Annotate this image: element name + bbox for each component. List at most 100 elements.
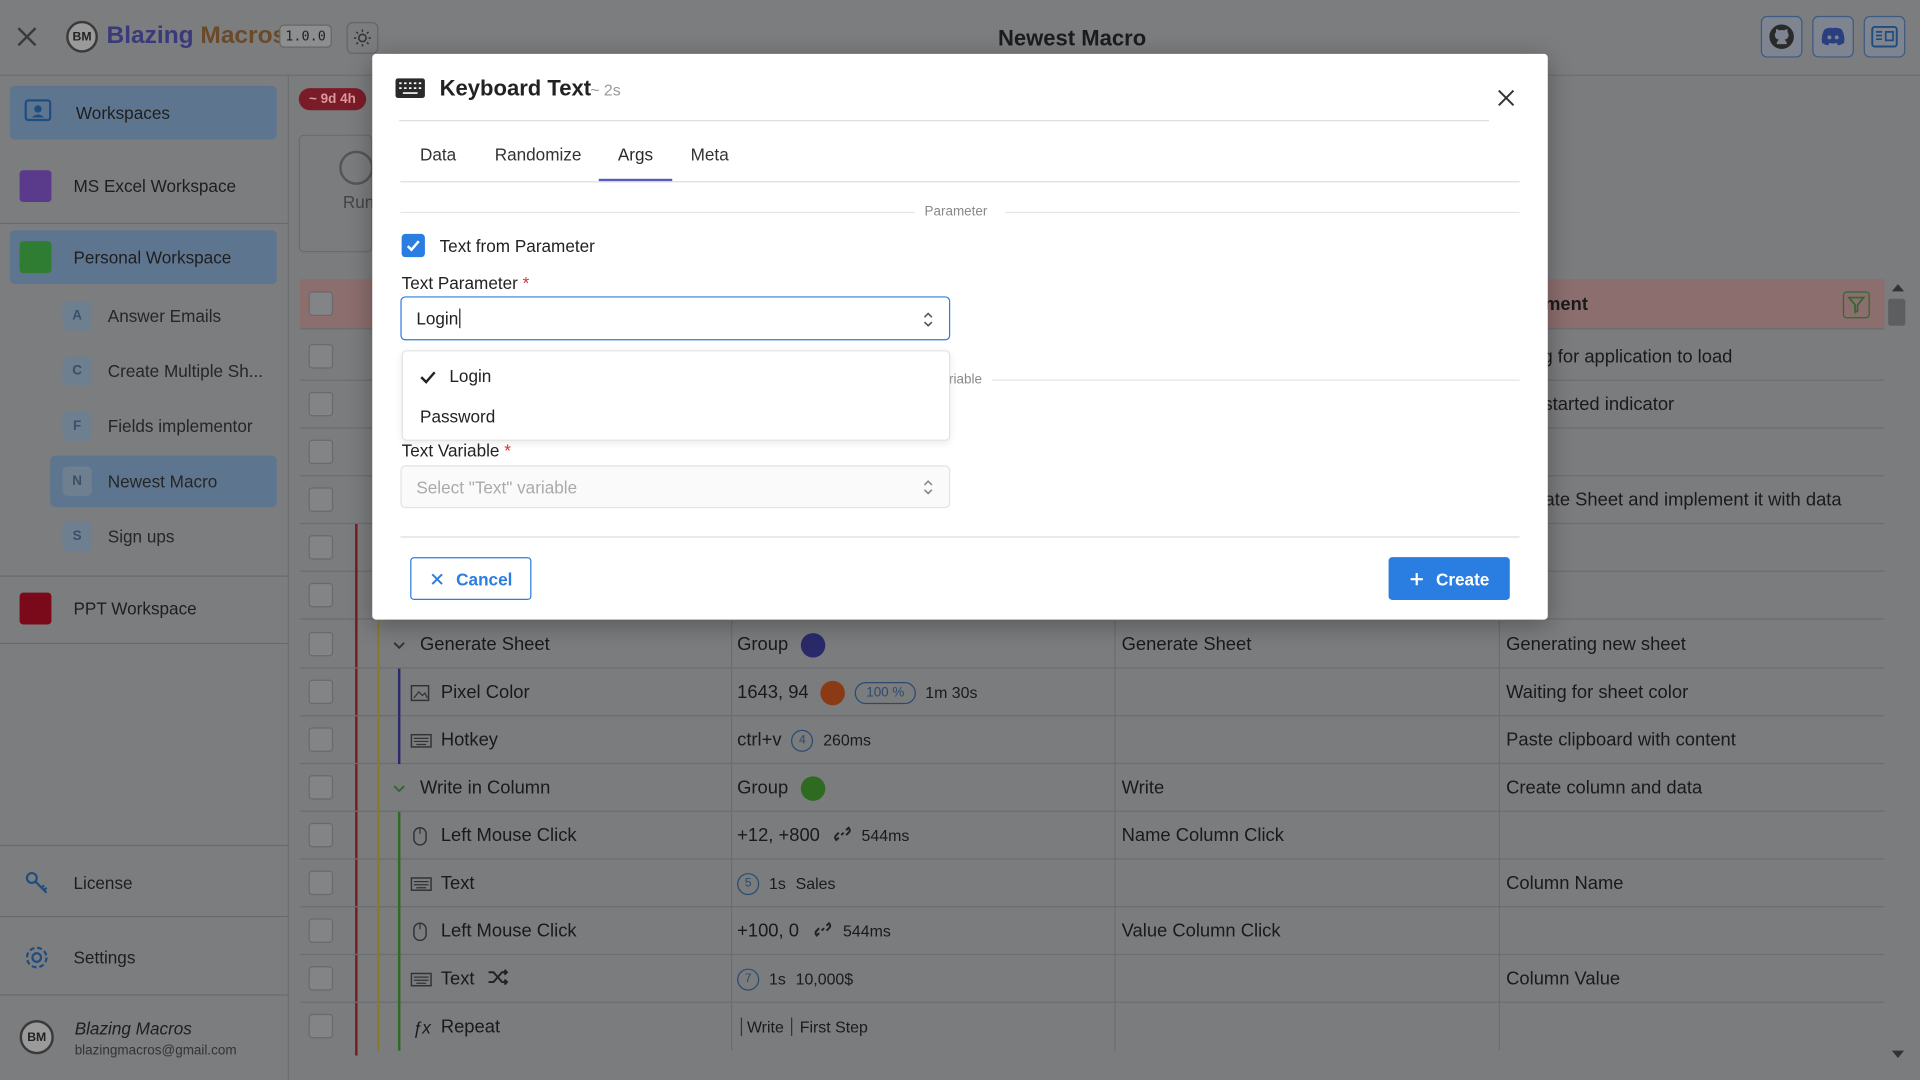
row-checkbox[interactable]	[308, 918, 334, 943]
row-checkbox[interactable]	[308, 679, 334, 705]
tab-args[interactable]: Args	[598, 144, 673, 182]
dialog-title: Keyboard Text	[439, 75, 592, 101]
sidebar-item-personal[interactable]: Personal Workspace	[9, 230, 277, 285]
workspaces-icon	[22, 97, 54, 129]
row-comment: Paste clipboard with content	[1506, 729, 1736, 751]
sidebar-license[interactable]: License	[20, 866, 133, 900]
row-time: 1s	[768, 969, 786, 989]
row-checkbox[interactable]	[308, 439, 334, 465]
text-parameter-select[interactable]: Login	[400, 296, 951, 341]
sidebar-item-label: PPT Workspace	[73, 598, 197, 619]
row-value-text: Group	[737, 634, 789, 656]
discord-button[interactable]	[1812, 15, 1854, 58]
close-app-icon[interactable]	[12, 22, 41, 51]
sidebar-item-ms-excel[interactable]: MS Excel Workspace	[10, 159, 277, 213]
gear-icon	[20, 940, 54, 974]
chevron-down-icon[interactable]	[392, 764, 407, 812]
tab-meta[interactable]: Meta	[691, 144, 729, 181]
chevron-down-icon[interactable]	[392, 621, 407, 669]
table-row[interactable]: Left Mouse Click +12, +800 544ms Name Col…	[300, 811, 1885, 860]
row-name: Hotkey	[440, 729, 498, 751]
play-icon[interactable]	[339, 150, 374, 185]
sidebar-item-label: Sign ups	[107, 526, 175, 547]
mouse-icon	[413, 812, 428, 860]
brand-part2: Macros	[200, 22, 287, 49]
row-name: Left Mouse Click	[440, 920, 577, 942]
row-label: Generate Sheet	[1121, 634, 1252, 656]
row-value: +12, +800 544ms	[737, 812, 909, 860]
table-row[interactable]: ƒx Repeat Write First Step	[300, 1002, 1885, 1051]
scrollbar-thumb[interactable]	[1888, 298, 1906, 326]
text-variable-select[interactable]: Select "Text" variable	[400, 465, 951, 509]
link-icon	[814, 919, 834, 943]
row-checkbox[interactable]	[308, 487, 334, 512]
tab-randomize[interactable]: Randomize	[495, 144, 582, 181]
sidebar-macro-create-multiple[interactable]: C Create Multiple Sh...	[50, 345, 277, 396]
workspace-color-swatch	[19, 241, 52, 274]
table-row[interactable]: Text 7 1s 10,000$ Column Value	[300, 955, 1885, 1003]
row-value: ctrl+v 4 260ms	[737, 716, 871, 764]
row-checkbox[interactable]	[308, 775, 334, 800]
text-from-parameter-checkbox[interactable]	[401, 233, 425, 258]
sidebar-macro-fields-implementor[interactable]: F Fields implementor	[50, 400, 277, 451]
table-row[interactable]: Pixel Color 1643, 94 100 % 1m 30s Waiting …	[300, 668, 1885, 717]
theme-toggle-button[interactable]	[346, 22, 379, 54]
sidebar-settings[interactable]: Settings	[20, 940, 136, 974]
row-name: Text	[441, 955, 509, 1003]
field-label-text: Text Parameter	[401, 273, 518, 293]
macro-letter-avatar: F	[62, 411, 92, 441]
select-all-checkbox[interactable]	[308, 291, 334, 316]
row-comment: Generating new sheet	[1506, 634, 1686, 656]
row-checkbox[interactable]	[308, 1013, 334, 1039]
close-dialog-icon[interactable]	[1494, 86, 1518, 110]
sidebar-macro-newest-macro[interactable]: N Newest Macro	[50, 455, 277, 507]
table-row[interactable]: Generate Sheet Group Generate Sheet Gene…	[300, 620, 1885, 669]
table-row[interactable]: Left Mouse Click +100, 0 544ms Value Colu…	[300, 907, 1885, 956]
row-checkbox[interactable]	[308, 535, 334, 560]
tab-label: Data	[420, 144, 457, 165]
row-comment: Column Value	[1506, 968, 1621, 990]
settings-label: Settings	[73, 947, 136, 968]
row-value: Group	[737, 764, 825, 812]
sidebar-item-ppt[interactable]: PPT Workspace	[10, 582, 277, 636]
table-row[interactable]: Write in Column Group Write Create colum…	[300, 764, 1885, 812]
repeat-count: 4	[791, 729, 814, 752]
github-button[interactable]	[1760, 15, 1803, 58]
row-checkbox[interactable]	[308, 727, 334, 752]
keyboard-icon	[410, 716, 432, 764]
table-row[interactable]: Text 5 1s Sales Column Name	[300, 859, 1885, 908]
docs-button[interactable]	[1863, 15, 1906, 58]
license-label: License	[73, 873, 133, 893]
app-brand: Blazing Macros	[107, 22, 287, 50]
row-checkbox[interactable]	[308, 822, 334, 848]
row-time: 544ms	[861, 826, 910, 845]
docs-icon	[1871, 25, 1898, 48]
sidebar-macro-sign-ups[interactable]: S Sign ups	[50, 511, 277, 562]
cancel-button[interactable]: Cancel	[410, 557, 532, 601]
row-checkbox[interactable]	[308, 344, 334, 369]
table-row[interactable]: Hotkey ctrl+v 4 260ms Paste clipboard with…	[300, 716, 1885, 765]
table-scrollbar[interactable]	[1886, 279, 1908, 1063]
row-value-text: Sales	[795, 874, 836, 893]
dropdown-option-login[interactable]: Login	[403, 356, 949, 395]
row-value-text: +12, +800	[737, 825, 820, 847]
row-checkbox[interactable]	[308, 631, 334, 657]
dropdown-option-password[interactable]: Password	[403, 397, 949, 436]
tab-data[interactable]: Data	[420, 144, 456, 181]
row-checkbox[interactable]	[308, 582, 334, 608]
row-value-text: 10,000$	[795, 969, 854, 989]
row-value-text: ctrl+v	[737, 729, 782, 751]
create-button[interactable]: Create	[1388, 557, 1510, 601]
workspace-color-swatch	[19, 592, 52, 625]
row-checkbox[interactable]	[308, 966, 334, 991]
sidebar-macro-answer-emails[interactable]: A Answer Emails	[50, 290, 277, 341]
user-avatar[interactable]: BM	[19, 1020, 54, 1055]
row-checkbox[interactable]	[308, 391, 334, 417]
sidebar-item-workspaces[interactable]: Workspaces	[9, 85, 277, 140]
row-checkbox[interactable]	[308, 870, 334, 896]
select-value-text: Login	[416, 308, 459, 329]
row-time: 1s	[768, 874, 786, 893]
link-icon	[832, 823, 852, 847]
github-icon	[1769, 24, 1794, 49]
filter-icon[interactable]	[1842, 291, 1870, 319]
